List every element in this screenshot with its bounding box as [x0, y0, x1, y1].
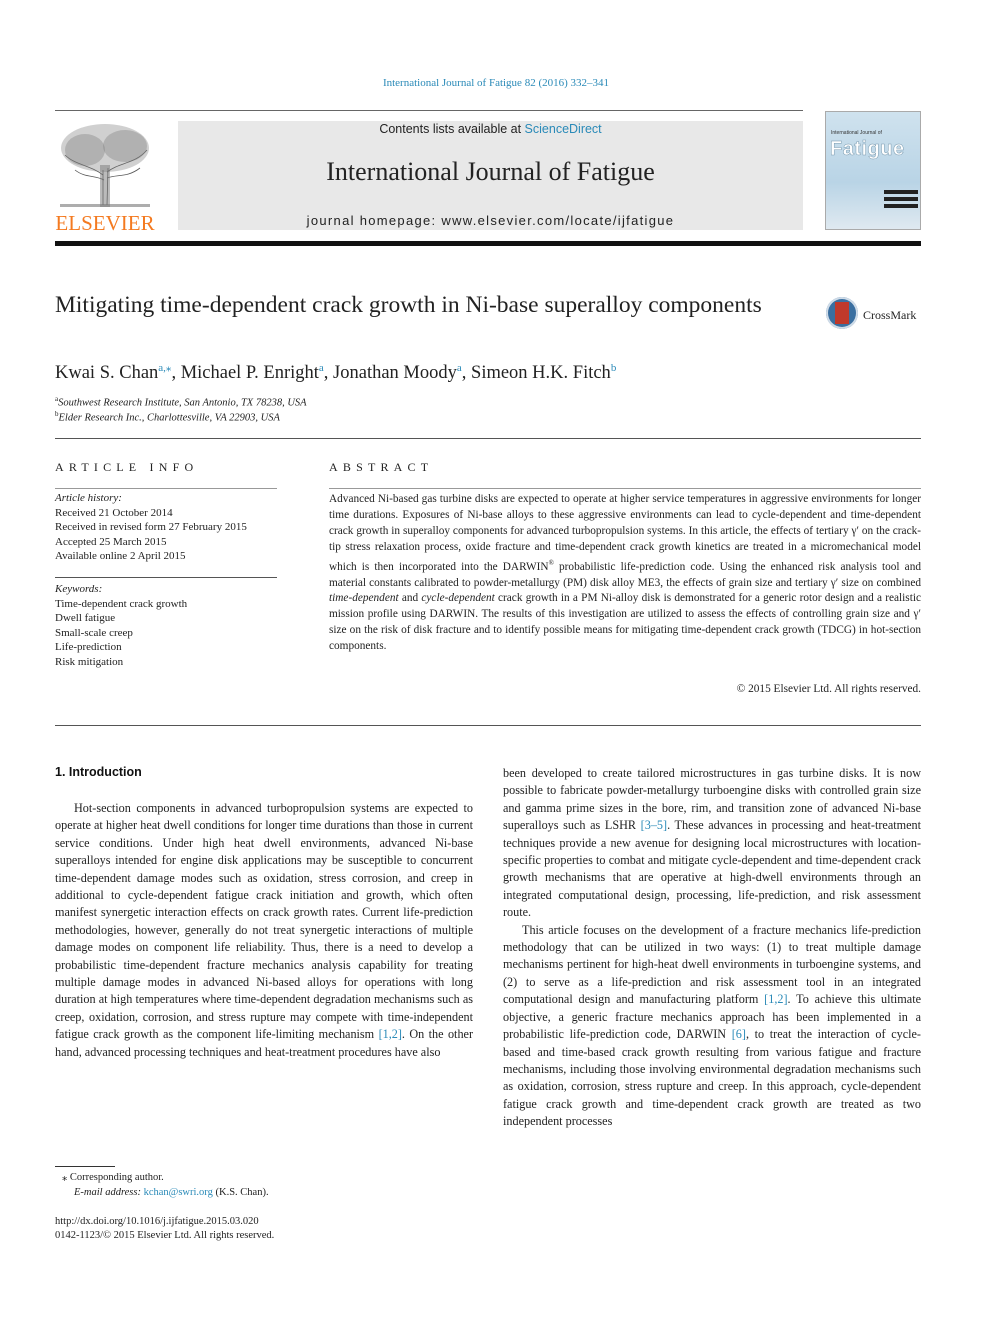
author-separator: , [461, 363, 472, 384]
paragraph-text: . These advances in processing and heat-… [503, 818, 922, 920]
crossmark-label: CrossMark [863, 308, 917, 322]
cover-bar [884, 204, 918, 208]
abstract-emphasis: cycle-dependent [421, 592, 495, 605]
article-history: Article history: Received 21 October 201… [55, 491, 277, 564]
paragraph: Hot-section components in advanced turbo… [55, 800, 473, 1061]
journal-homepage: journal homepage: www.elsevier.com/locat… [178, 213, 803, 228]
issn-line: 0142-1123/© 2015 Elsevier Ltd. All right… [55, 1230, 275, 1241]
homepage-label: journal homepage: [306, 213, 442, 228]
history-item: Received in revised form 27 February 201… [55, 521, 247, 533]
cover-bar [884, 197, 918, 201]
keyword-item: Time-dependent crack growth [55, 597, 188, 610]
history-item: Available online 2 April 2015 [55, 550, 186, 562]
footnote-star: ⁎ [62, 1172, 68, 1183]
doi-link[interactable]: http://dx.doi.org/10.1016/j.ijfatigue.20… [55, 1216, 259, 1227]
email-link[interactable]: kchan@swri.org [144, 1187, 213, 1198]
abstract-text: Advanced Ni-based gas turbine disks are … [329, 492, 921, 655]
section-divider [55, 438, 921, 439]
journal-reference-link[interactable]: International Journal of Fatigue 82 (201… [0, 77, 992, 89]
paragraph-text: Hot-section components in advanced turbo… [55, 801, 473, 1042]
citation-link[interactable]: [6] [732, 1027, 746, 1041]
cover-small-title: International Journal of [831, 130, 882, 136]
abstract-copyright: © 2015 Elsevier Ltd. All rights reserved… [736, 683, 921, 695]
footnote-rule [55, 1166, 115, 1167]
email-label: E-mail address: [74, 1187, 144, 1198]
citation-link[interactable]: [1,2] [764, 992, 787, 1006]
crossmark-button[interactable]: CrossMark [826, 297, 936, 333]
paragraph: This article focuses on the development … [503, 922, 921, 1131]
cover-bar [884, 190, 918, 194]
email-suffix: (K.S. Chan). [212, 1187, 269, 1198]
header-thick-rule [55, 241, 921, 246]
author-separator: , [171, 363, 181, 384]
paragraph: been developed to create tailored micros… [503, 765, 921, 922]
citation-link[interactable]: [1,2] [379, 1027, 402, 1041]
history-label: Article history: [55, 492, 122, 504]
keyword-item: Small-scale creep [55, 626, 133, 639]
history-item: Accepted 25 March 2015 [55, 535, 167, 548]
keyword-item: Life-prediction [55, 641, 122, 653]
author-affil-link[interactable]: b [611, 362, 617, 374]
history-item: Received 21 October 2014 [55, 506, 173, 519]
contents-prefix: Contents lists available at [379, 122, 525, 136]
body-column-left: Hot-section components in advanced turbo… [55, 800, 473, 1061]
keywords-rule [55, 577, 277, 578]
abstract-segment: and [398, 592, 422, 605]
header-rule [55, 110, 803, 111]
abstract-heading: ABSTRACT [329, 460, 434, 474]
homepage-url-link[interactable]: www.elsevier.com/locate/ijfatigue [441, 213, 674, 228]
sciencedirect-link[interactable]: ScienceDirect [525, 122, 602, 136]
affiliation: bElder Research Inc., Charlottesville, V… [55, 410, 280, 424]
affiliation-text: Elder Research Inc., Charlottesville, VA… [58, 412, 280, 424]
corresponding-author-note: ⁎ Corresponding author. [62, 1171, 164, 1183]
crossmark-icon [826, 297, 858, 329]
abstract-emphasis: time-dependent [329, 592, 399, 605]
keyword-item: Dwell fatigue [55, 612, 116, 624]
author-name: Simeon H.K. Fitch [471, 363, 611, 384]
author-separator: , [323, 363, 334, 384]
abstract-rule [329, 488, 921, 489]
article-info-rule [55, 488, 277, 489]
article-info-heading: ARTICLE INFO [55, 460, 199, 474]
affiliation-text: Southwest Research Institute, San Antoni… [58, 397, 307, 409]
author-affil-link[interactable]: a,⁎ [158, 362, 171, 374]
elsevier-wordmark: ELSEVIER [55, 211, 155, 235]
footnote-text: Corresponding author. [69, 1172, 164, 1183]
contents-line: Contents lists available at ScienceDirec… [178, 122, 803, 136]
email-note: E-mail address: kchan@swri.org (K.S. Cha… [74, 1187, 269, 1198]
author-name: Kwai S. Chan [55, 363, 159, 384]
keywords: Keywords: Time-dependent crack growth Dw… [55, 582, 277, 669]
author-name: Michael P. Enright [180, 363, 319, 384]
journal-banner: Contents lists available at ScienceDirec… [178, 121, 803, 230]
section-heading-introduction: 1. Introduction [55, 765, 142, 779]
body-divider [55, 725, 921, 726]
author-list: Kwai S. Chana,⁎, Michael P. Enrighta, Jo… [55, 361, 616, 384]
article-title: Mitigating time-dependent crack growth i… [55, 292, 762, 318]
keywords-label: Keywords: [55, 583, 103, 595]
citation-link[interactable]: [3–5] [641, 818, 667, 832]
paragraph-text: , to treat the interaction of cycle-base… [503, 1027, 921, 1129]
journal-title: International Journal of Fatigue [326, 157, 655, 186]
cover-big-title: Fatigue [830, 138, 905, 161]
journal-cover-thumbnail[interactable]: International Journal of Fatigue [825, 111, 921, 230]
author-name: Jonathan Moody [333, 363, 457, 384]
affiliation: aSouthwest Research Institute, San Anton… [55, 395, 307, 409]
body-column-right: been developed to create tailored micros… [503, 765, 921, 1131]
keyword-item: Risk mitigation [55, 655, 124, 668]
